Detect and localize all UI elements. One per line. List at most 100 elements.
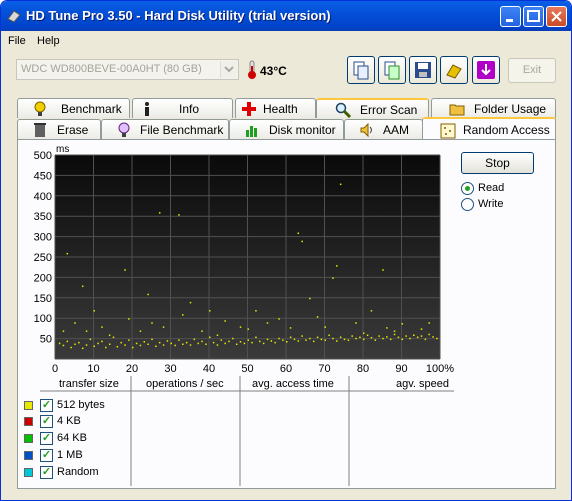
error-scan-icon: [335, 102, 351, 118]
options-button[interactable]: [440, 56, 468, 84]
data-point: [139, 344, 142, 347]
minimize-icon: [506, 19, 513, 22]
y-tick-label: 100: [34, 313, 52, 325]
tab-label: Disk monitor: [269, 123, 336, 137]
data-point: [162, 326, 165, 328]
y-tick-label: 250: [34, 252, 52, 264]
tab-disk-monitor[interactable]: Disk monitor: [229, 119, 344, 139]
row-label: 512 bytes: [57, 399, 105, 411]
write-radio[interactable]: Write: [461, 196, 541, 212]
data-point: [158, 212, 161, 214]
stop-button[interactable]: Stop: [461, 152, 534, 174]
drive-select-value: WDC WD800BEVE-00A0HT (80 GB): [21, 63, 202, 75]
checkbox-random[interactable]: ✓: [40, 466, 53, 479]
data-point: [120, 341, 122, 344]
data-point: [339, 183, 342, 186]
data-point: [374, 339, 377, 341]
data-point: [274, 341, 276, 344]
data-point: [205, 343, 207, 345]
data-point: [108, 334, 111, 337]
data-point: [62, 344, 65, 347]
x-tick-label: 30: [164, 363, 176, 375]
read-radio-dot[interactable]: [461, 182, 474, 195]
tab-label: File Benchmark: [140, 123, 224, 137]
title-bar[interactable]: HD Tune Pro 3.50 - Hard Disk Utility (tr…: [1, 1, 571, 31]
tab-aam[interactable]: AAM: [344, 119, 423, 139]
data-point: [366, 334, 369, 337]
drive-select[interactable]: WDC WD800BEVE-00A0HT (80 GB): [16, 59, 239, 80]
copy-screenshot-button[interactable]: [378, 56, 406, 84]
data-point: [97, 342, 99, 345]
tab-file-benchmark[interactable]: File Benchmark: [101, 119, 229, 139]
data-point: [93, 310, 95, 312]
checkbox-512-bytes[interactable]: ✓: [40, 399, 53, 412]
checkbox-1mb[interactable]: ✓: [40, 449, 53, 462]
download-button[interactable]: [472, 56, 500, 84]
copy-info-button[interactable]: [347, 56, 375, 84]
data-point: [228, 340, 230, 343]
data-point: [378, 335, 380, 337]
y-tick-label: 200: [34, 272, 52, 284]
tab-label: Health: [263, 102, 298, 116]
tab-error-scan[interactable]: Error Scan: [316, 98, 429, 118]
data-point: [420, 335, 423, 337]
y-tick-label: 150: [34, 293, 52, 305]
data-point: [128, 339, 130, 341]
tab-folder-usage[interactable]: Folder Usage: [431, 98, 556, 118]
maximize-button[interactable]: [523, 6, 544, 27]
data-point: [158, 341, 161, 344]
close-button[interactable]: [546, 6, 567, 27]
header-transfer-size: transfer size: [59, 378, 119, 390]
write-label: Write: [478, 198, 504, 210]
tab-label: Folder Usage: [474, 102, 547, 116]
data-point: [182, 343, 184, 345]
data-point: [212, 341, 215, 344]
data-point: [405, 335, 407, 337]
tab-label: Random Access: [463, 123, 550, 137]
tab-health[interactable]: Health: [235, 98, 316, 118]
data-point: [286, 341, 288, 343]
data-point: [74, 343, 76, 345]
file-benchmark-icon: [118, 122, 130, 137]
checkbox-4kb[interactable]: ✓: [40, 415, 53, 428]
tab-erase[interactable]: Erase: [17, 119, 101, 139]
tab-benchmark[interactable]: Benchmark: [17, 98, 130, 118]
data-point: [309, 337, 311, 340]
data-point: [432, 336, 434, 338]
exit-button[interactable]: Exit: [508, 58, 556, 83]
menu-help[interactable]: Help: [37, 35, 60, 47]
data-point: [416, 336, 419, 339]
color-swatch: [24, 434, 33, 443]
data-point: [305, 339, 307, 341]
data-point: [93, 345, 95, 348]
copy-screenshot-icon: [384, 61, 400, 80]
disk-monitor-icon: [246, 126, 257, 137]
y-tick-label: 300: [34, 232, 52, 244]
data-point: [324, 326, 326, 328]
data-point: [178, 339, 180, 341]
data-point: [278, 337, 280, 340]
data-point: [224, 342, 226, 345]
temperature-readout: 43°C: [260, 64, 287, 78]
save-button[interactable]: [409, 56, 437, 84]
tab-info[interactable]: Info: [132, 98, 233, 118]
window-title: HD Tune Pro 3.50 - Hard Disk Utility (tr…: [26, 8, 331, 23]
data-point: [216, 334, 219, 337]
read-radio[interactable]: Read: [461, 180, 541, 196]
minimize-button[interactable]: [500, 6, 521, 27]
write-radio-dot[interactable]: [461, 198, 474, 211]
header-access-time: avg. access time: [252, 378, 334, 390]
chevron-down-icon[interactable]: [220, 61, 237, 78]
data-point: [135, 342, 138, 345]
data-point: [386, 327, 388, 329]
menu-file[interactable]: File: [8, 35, 26, 47]
y-tick-label: 450: [34, 170, 52, 182]
data-point: [312, 340, 315, 343]
data-point: [270, 340, 273, 342]
checkbox-64kb[interactable]: ✓: [40, 432, 53, 445]
save-icon: [415, 62, 431, 78]
close-icon: [551, 11, 562, 22]
data-point: [74, 322, 76, 324]
data-point: [393, 333, 396, 336]
tab-random-access[interactable]: Random Access: [422, 117, 556, 139]
